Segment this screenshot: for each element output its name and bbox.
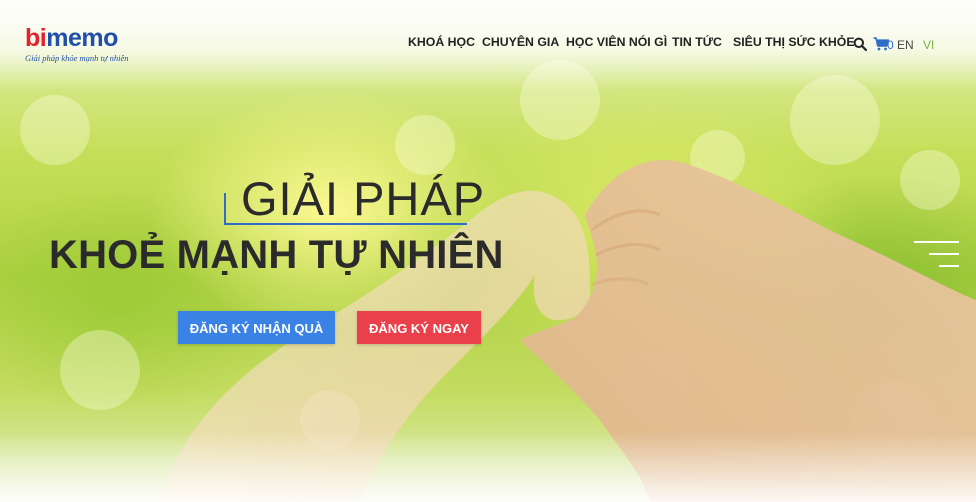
bottom-fade	[0, 432, 976, 502]
hamburger-line	[914, 241, 959, 243]
nav-item-testimonials[interactable]: HỌC VIÊN NÓI GÌ	[566, 35, 667, 49]
search-icon[interactable]	[853, 37, 868, 52]
register-gift-button[interactable]: ĐĂNG KÝ NHẬN QUÀ	[178, 311, 335, 344]
hero-title-line2: KHOẺ MẠNH TỰ NHIÊN	[49, 233, 504, 277]
logo-wordmark-part1: bi	[25, 24, 47, 52]
hamburger-menu-icon[interactable]	[914, 241, 959, 267]
register-now-button[interactable]: ĐĂNG KÝ NGAY	[357, 311, 481, 344]
hamburger-line	[929, 253, 959, 255]
nav-item-experts[interactable]: CHUYÊN GIA	[482, 35, 559, 49]
title-accent-bar	[224, 193, 226, 225]
logo-wordmark: bimemo	[25, 26, 145, 51]
logo-wordmark-part2: memo	[46, 24, 118, 52]
lang-en-link[interactable]: EN	[897, 38, 914, 52]
hamburger-line	[939, 265, 959, 267]
logo-tagline: Giải pháp khỏe mạnh tự nhiên	[25, 53, 129, 63]
lang-vi-link[interactable]: VI	[923, 38, 934, 52]
hero-title-line1: GIẢI PHÁP	[241, 172, 486, 225]
nav-item-courses[interactable]: KHOÁ HỌC	[408, 35, 475, 49]
nav-item-news[interactable]: TIN TỨC	[672, 35, 722, 49]
nav-item-health-store[interactable]: SIÊU THỊ SỨC KHỎE	[733, 35, 855, 49]
brand-logo[interactable]: bimemo Giải pháp khỏe mạnh tự nhiên	[25, 26, 145, 66]
cart-count[interactable]: 0	[887, 38, 894, 52]
